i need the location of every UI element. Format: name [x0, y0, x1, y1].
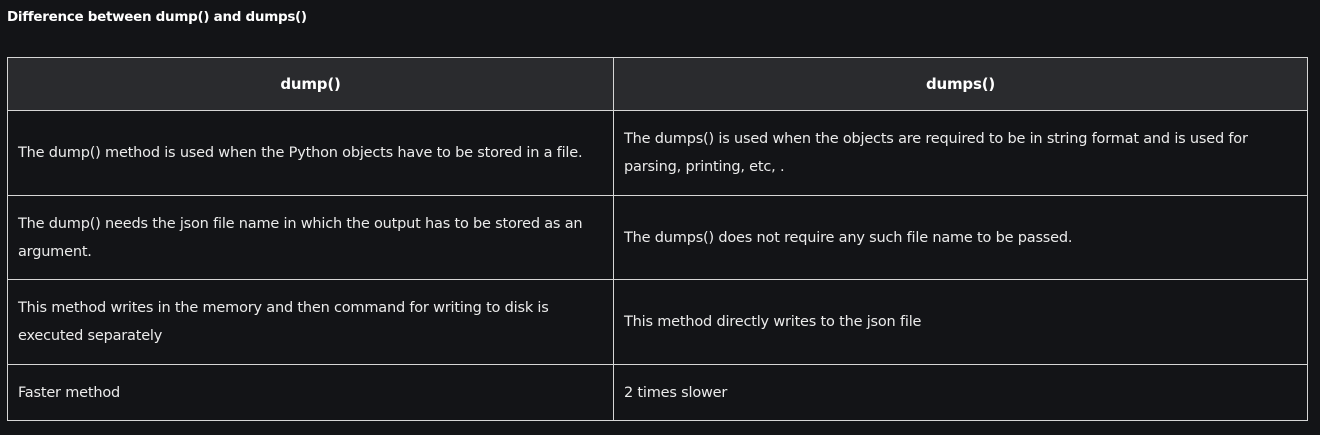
table-cell: The dumps() is used when the objects are… — [613, 110, 1308, 196]
table-cell: 2 times slower — [613, 364, 1308, 421]
header-dumps: dumps() — [613, 57, 1308, 111]
table-row: Faster method 2 times slower — [7, 364, 1308, 421]
table-cell: The dump() needs the json file name in w… — [7, 195, 614, 280]
table-cell: The dump() method is used when the Pytho… — [7, 110, 614, 196]
table-row: The dump() needs the json file name in w… — [7, 195, 1308, 280]
table-header-row: dump() dumps() — [7, 57, 1308, 111]
table-row: The dump() method is used when the Pytho… — [7, 110, 1308, 196]
table-cell: This method directly writes to the json … — [613, 279, 1308, 365]
table-cell: This method writes in the memory and the… — [7, 279, 614, 365]
table-cell: The dumps() does not require any such fi… — [613, 195, 1308, 280]
comparison-table: dump() dumps() The dump() method is used… — [7, 57, 1308, 421]
section-title: Difference between dump() and dumps() — [7, 9, 307, 25]
header-dump: dump() — [7, 57, 614, 111]
table-cell: Faster method — [7, 364, 614, 421]
table-row: This method writes in the memory and the… — [7, 279, 1308, 365]
